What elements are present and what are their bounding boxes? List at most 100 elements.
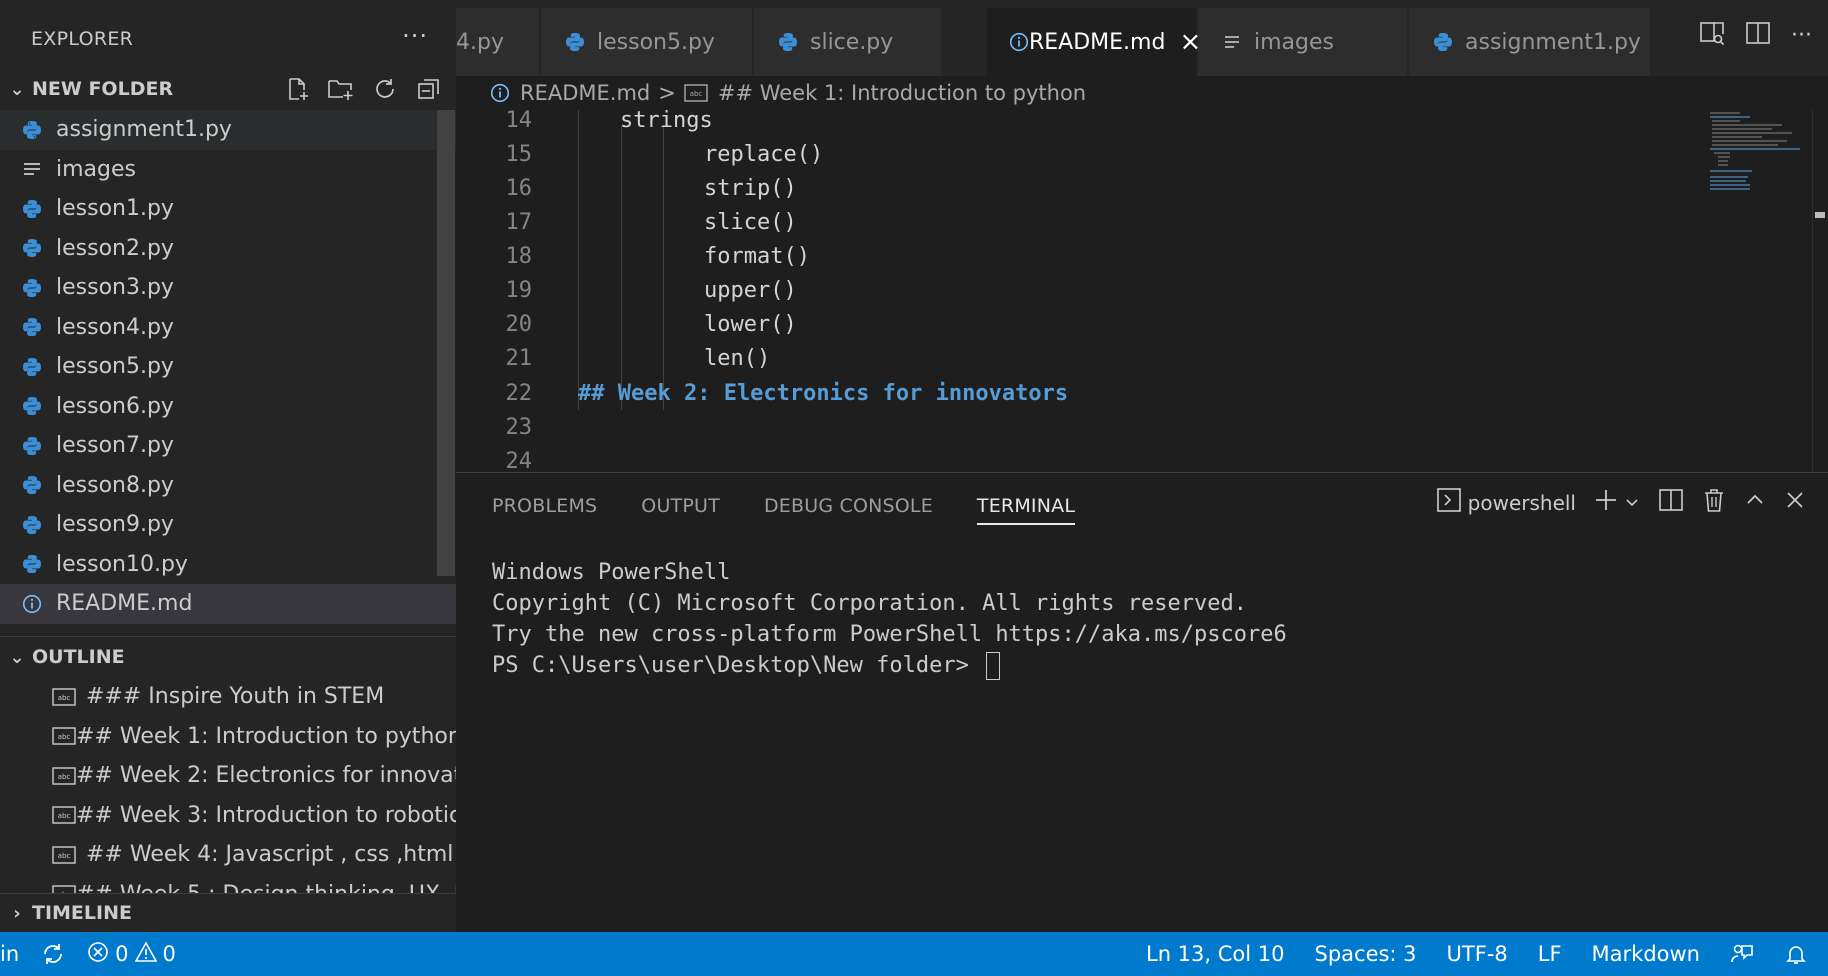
file-item-lesson5[interactable]: lesson5.py: [0, 347, 456, 387]
line-text: slice(): [704, 210, 797, 235]
file-item-lesson1[interactable]: lesson1.py: [0, 189, 456, 229]
folder-section-header[interactable]: ⌄ NEW FOLDER: [0, 70, 456, 108]
file-item-lesson10[interactable]: lesson10.py: [0, 545, 456, 585]
file-item-lesson8[interactable]: lesson8.py: [0, 466, 456, 506]
python-icon: [22, 554, 56, 574]
outline-list: abc ### Inspire Youth in STEM abc ## Week …: [0, 677, 456, 893]
text-file-icon: [22, 159, 56, 179]
tab-terminal[interactable]: TERMINAL: [976, 495, 1076, 525]
encoding[interactable]: UTF-8: [1447, 942, 1508, 966]
refresh-icon[interactable]: [370, 74, 400, 104]
string-symbol-icon: abc: [52, 766, 76, 786]
terminal-line: Copyright (C) Microsoft Corporation. All…: [492, 591, 1247, 616]
open-preview-icon[interactable]: [1699, 20, 1725, 50]
more-actions-icon[interactable]: ···: [402, 22, 428, 50]
outline-title: OUTLINE: [32, 646, 125, 668]
tab-slice[interactable]: slice.py: [754, 8, 942, 76]
terminal-output[interactable]: Windows PowerShell Copyright (C) Microsof…: [492, 557, 1287, 681]
tab-output[interactable]: OUTPUT: [641, 495, 720, 525]
file-item-assignment1[interactable]: assignment1.py: [0, 110, 456, 150]
python-icon: [22, 475, 56, 495]
tab-debug-console[interactable]: DEBUG CONSOLE: [764, 495, 933, 525]
feedback-icon[interactable]: [1730, 942, 1754, 966]
outline-item-label: ## Week 5 : Design thinking, UX, UI: [76, 882, 456, 893]
string-symbol-icon: abc: [684, 83, 708, 103]
outline-item[interactable]: abc ### Inspire Youth in STEM: [0, 677, 456, 717]
outline-item[interactable]: abc ## Week 2: Electronics for innovat...: [0, 756, 456, 796]
line-number: 21: [505, 346, 533, 371]
terminal-prompt-line: PS C:\Users\user\Desktop\New folder>: [492, 650, 1287, 681]
code-line: 23: [456, 411, 1706, 445]
panel-actions: powershell: [1436, 487, 1806, 518]
terminal-selector[interactable]: powershell: [1436, 487, 1576, 518]
sidebar: EXPLORER ··· ⌄ NEW FOLDER assignment1.py: [0, 0, 456, 932]
outline-item[interactable]: abc ## Week 4: Javascript , css ,html: [0, 835, 456, 875]
indentation[interactable]: Spaces: 3: [1315, 942, 1417, 966]
bell-icon[interactable]: [1784, 942, 1808, 966]
tab-label: lesson5.py: [597, 29, 715, 55]
file-item-lesson3[interactable]: lesson3.py: [0, 268, 456, 308]
new-folder-icon[interactable]: [326, 74, 356, 104]
tab-problems[interactable]: PROBLEMS: [492, 495, 597, 525]
string-symbol-icon: abc: [52, 884, 76, 893]
split-editor-icon[interactable]: [1745, 20, 1771, 50]
line-text: len(): [704, 346, 771, 371]
outline-item[interactable]: abc ## Week 3: Introduction to robotics: [0, 796, 456, 836]
file-name: lesson4.py: [56, 314, 174, 340]
code-line: 17 slice(): [456, 206, 1706, 240]
outline-item[interactable]: abc ## Week 1: Introduction to python: [0, 717, 456, 757]
file-name: lesson8.py: [56, 472, 174, 498]
collapse-all-icon[interactable]: [414, 74, 444, 104]
file-name: lesson6.py: [56, 393, 174, 419]
file-item-lesson7[interactable]: lesson7.py: [0, 426, 456, 466]
line-text: ## Week 2: Electronics for innovators: [578, 381, 1069, 406]
python-icon: [565, 32, 597, 52]
line-text: strings: [620, 110, 713, 133]
close-panel-icon[interactable]: [1784, 489, 1806, 516]
more-actions-icon[interactable]: ···: [1791, 23, 1812, 48]
file-item-lesson2[interactable]: lesson2.py: [0, 229, 456, 269]
file-item-images[interactable]: images: [0, 150, 456, 190]
file-name: lesson3.py: [56, 275, 174, 301]
info-icon: [490, 83, 510, 103]
file-item-readme[interactable]: README.md: [0, 584, 456, 624]
code-editor[interactable]: 14 strings 15 replace() 16 strip() 17 slice(…: [456, 110, 1828, 472]
svg-text:abc: abc: [690, 90, 703, 98]
add-terminal-icon[interactable]: [1594, 488, 1618, 517]
code-line: 24: [456, 445, 1706, 472]
terminal-line: Windows PowerShell: [492, 560, 731, 585]
tab-images[interactable]: images: [1198, 8, 1408, 76]
python-icon: [22, 436, 56, 456]
python-icon: [1433, 32, 1465, 52]
breadcrumb-file[interactable]: README.md: [520, 81, 650, 105]
minimap[interactable]: [1708, 110, 1818, 472]
explorer-scrollbar[interactable]: [437, 110, 455, 576]
tab-assignment1[interactable]: assignment1.py: [1409, 8, 1651, 76]
end-of-line[interactable]: LF: [1538, 942, 1562, 966]
new-file-icon[interactable]: [282, 74, 312, 104]
file-item-lesson4[interactable]: lesson4.py: [0, 308, 456, 348]
svg-text:abc: abc: [58, 852, 71, 860]
tab-lesson4[interactable]: 4.py: [456, 8, 540, 76]
trash-icon[interactable]: [1702, 487, 1726, 518]
tab-readme[interactable]: README.md ×: [987, 8, 1201, 76]
outline-section-header[interactable]: ⌄ OUTLINE: [0, 638, 456, 676]
breadcrumb-symbol[interactable]: ## Week 1: Introduction to python: [718, 81, 1086, 105]
sync-icon[interactable]: [41, 942, 65, 966]
file-name: README.md: [56, 591, 193, 617]
branch-status[interactable]: in: [0, 942, 19, 966]
tab-lesson5[interactable]: lesson5.py: [541, 8, 753, 76]
cursor-position[interactable]: Ln 13, Col 10: [1146, 942, 1285, 966]
file-item-lesson9[interactable]: lesson9.py: [0, 505, 456, 545]
outline-item[interactable]: abc## Week 5 : Design thinking, UX, UI: [0, 875, 456, 893]
split-terminal-icon[interactable]: [1658, 487, 1684, 518]
editor-actions: ···: [1699, 20, 1812, 50]
timeline-section-header[interactable]: › TIMELINE: [0, 894, 456, 932]
maximize-panel-icon[interactable]: [1744, 489, 1766, 516]
language-mode[interactable]: Markdown: [1592, 942, 1700, 966]
status-bar: in 0 0 Ln 13, Col 10 Spaces: 3 UTF-8 LF …: [0, 932, 1828, 976]
file-item-lesson6[interactable]: lesson6.py: [0, 387, 456, 427]
overview-ruler[interactable]: [1812, 110, 1828, 472]
problems-status[interactable]: 0 0: [87, 940, 176, 968]
chevron-down-icon[interactable]: [1624, 491, 1640, 515]
